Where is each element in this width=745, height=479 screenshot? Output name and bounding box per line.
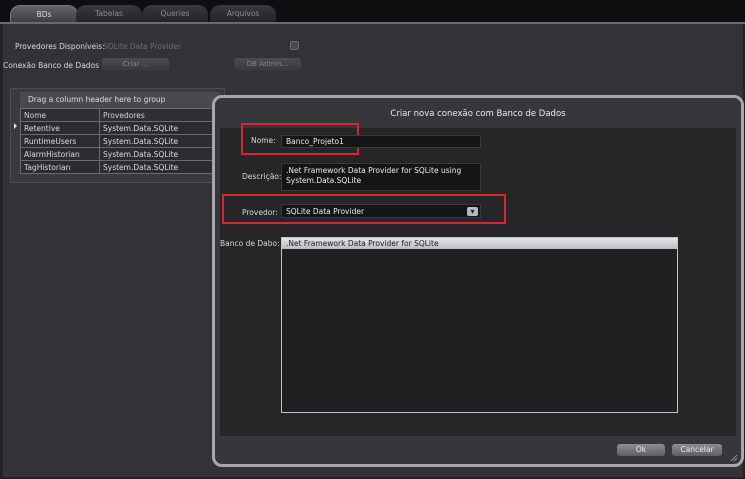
provider-select-value: SQLite Data Provider	[286, 207, 365, 216]
triangle-right-icon	[14, 123, 17, 129]
providers-value[interactable]: SQLite Data Provider	[103, 42, 181, 51]
table-row[interactable]: TagHistorian System.Data.SQLite	[20, 160, 225, 174]
providers-label: Provedores Disponíveis:	[15, 42, 105, 51]
provider-label: Provedor:	[242, 208, 278, 217]
cell-provider: System.Data.SQLite	[99, 147, 225, 161]
name-label: Nome:	[251, 136, 276, 145]
cancel-button[interactable]: Cancelar	[672, 444, 722, 456]
cell-provider: System.Data.SQLite	[99, 121, 225, 135]
tab-tabelas[interactable]: Tabelas	[76, 5, 142, 22]
cell-provider: System.Data.SQLite	[99, 134, 225, 148]
name-input[interactable]: Banco_Projeto1	[281, 135, 481, 148]
description-field[interactable]: .Net Framework Data Provider for SQLite …	[281, 163, 481, 191]
tab-bds[interactable]: BDs	[10, 5, 78, 23]
cell-name: AlarmHistorian	[20, 147, 100, 161]
list-item[interactable]: .Net Framework Data Provider for SQLite	[282, 238, 677, 249]
group-panel[interactable]: Drag a column header here to group	[20, 92, 220, 108]
connections-table: Nome Provedores Retentive System.Data.SQ…	[20, 108, 225, 174]
description-line-2: System.Data.SQLite	[286, 176, 362, 185]
cell-name: Retentive	[20, 121, 100, 135]
cell-provider: System.Data.SQLite	[99, 160, 225, 174]
database-list[interactable]	[281, 237, 678, 413]
ok-button[interactable]: Ok	[617, 444, 665, 456]
db-admin-button[interactable]: DB Admin...	[234, 58, 301, 71]
table-row[interactable]: AlarmHistorian System.Data.SQLite	[20, 147, 225, 161]
description-line-1: .Net Framework Data Provider for SQLite …	[286, 166, 462, 175]
create-button[interactable]: Criar ...	[102, 58, 169, 71]
column-header-nome[interactable]: Nome	[20, 108, 100, 122]
top-tab-strip: BDs Tabelas Queries Arquivos	[0, 0, 745, 23]
provider-select[interactable]: SQLite Data Provider ▾	[281, 204, 481, 218]
table-row[interactable]: Retentive System.Data.SQLite	[20, 121, 225, 135]
cell-name: TagHistorian	[20, 160, 100, 174]
tab-arquivos[interactable]: Arquivos	[210, 5, 276, 22]
connection-label: Conexão Banco de Dados	[3, 61, 100, 70]
database-label: Banco de Dabo:	[220, 239, 280, 248]
table-row[interactable]: RuntimeUsers System.Data.SQLite	[20, 134, 225, 148]
tab-queries[interactable]: Queries	[142, 5, 208, 22]
cell-name: RuntimeUsers	[20, 134, 100, 148]
providers-checkbox[interactable]	[290, 41, 299, 50]
description-label: Descrição:	[242, 172, 282, 181]
resize-grip-icon[interactable]	[728, 452, 738, 462]
column-header-provedores[interactable]: Provedores	[99, 108, 225, 122]
chevron-down-icon[interactable]: ▾	[467, 207, 478, 216]
